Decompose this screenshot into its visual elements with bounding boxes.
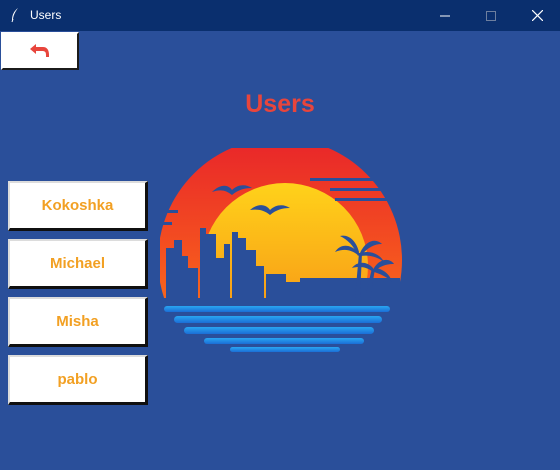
maximize-button[interactable] xyxy=(468,0,514,31)
maximize-icon xyxy=(486,10,496,21)
user-button-pablo[interactable]: pablo xyxy=(8,355,148,405)
window-title: Users xyxy=(30,8,62,22)
window-titlebar: Users xyxy=(0,0,560,31)
back-arrow-icon xyxy=(30,44,49,57)
user-button-michael[interactable]: Michael xyxy=(8,239,148,289)
feather-icon xyxy=(11,8,18,23)
back-button[interactable] xyxy=(1,32,79,70)
minimize-button[interactable] xyxy=(422,0,468,31)
minimize-icon xyxy=(440,15,450,16)
sunset-city-logo xyxy=(160,148,402,352)
close-icon xyxy=(531,10,543,21)
page-title: Users xyxy=(245,90,315,118)
user-button-misha[interactable]: Misha xyxy=(8,297,148,347)
user-button-kokoshka[interactable]: Kokoshka xyxy=(8,181,148,231)
close-button[interactable] xyxy=(514,0,560,31)
